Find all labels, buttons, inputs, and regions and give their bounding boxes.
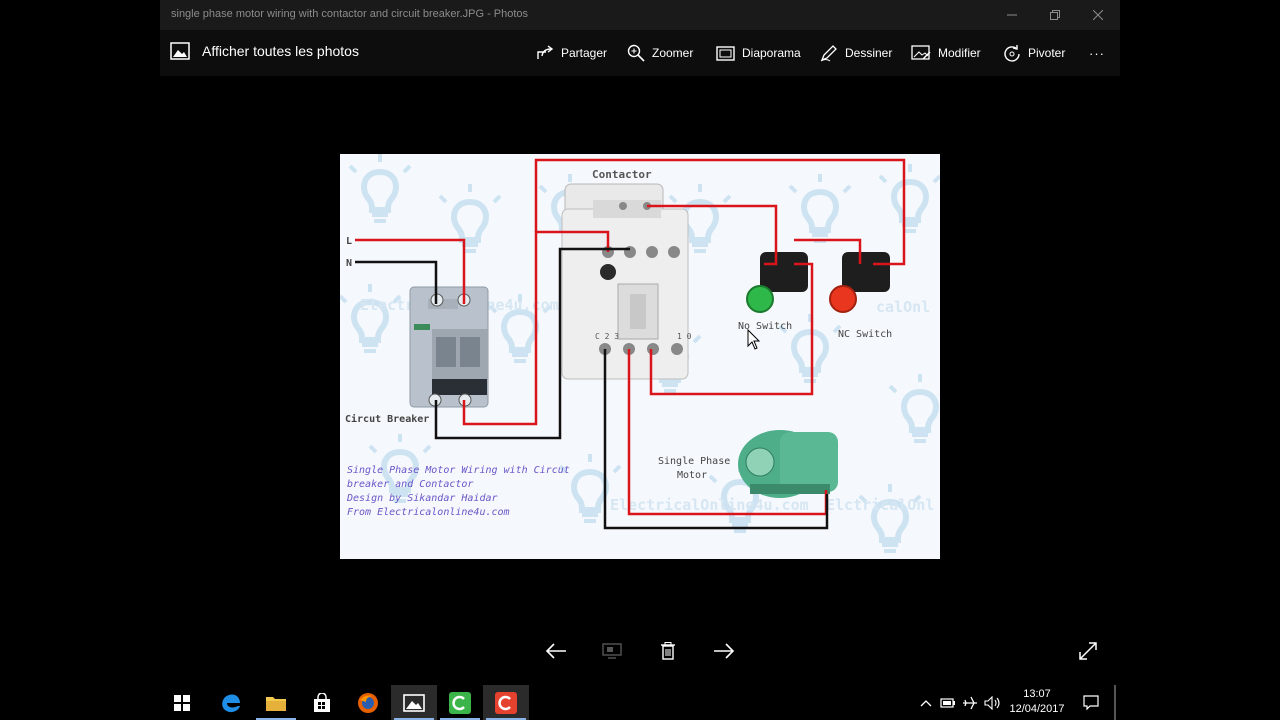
edit-photo-icon — [911, 45, 931, 60]
zoom-icon — [627, 44, 645, 62]
chevron-up-icon — [920, 699, 932, 706]
tray-airplane-mode[interactable] — [959, 685, 981, 720]
store-icon — [314, 692, 330, 712]
camtasia-green-icon — [449, 691, 471, 714]
caption-line-1: Single Phase Motor Wiring with Circut — [347, 465, 570, 476]
set-as-icon — [602, 643, 622, 659]
draw-label: Dessiner — [845, 46, 893, 60]
draw-button[interactable]: Dessiner — [820, 41, 892, 65]
more-label: ··· — [1089, 45, 1105, 61]
zoom-button[interactable]: Zoomer — [627, 41, 693, 65]
start-button[interactable] — [159, 685, 205, 720]
set-as-button — [598, 638, 626, 664]
left-letterbox — [0, 0, 160, 685]
arrow-left-icon — [545, 643, 566, 659]
circuit-breaker — [409, 286, 489, 408]
camtasia-red-icon — [495, 691, 517, 714]
share-button[interactable]: Partager — [536, 41, 607, 65]
wiring-diagram-image: Electricalonline4u.com ElectricalOnline4… — [340, 154, 940, 559]
edit-label: Modifier — [938, 46, 981, 60]
caption-line-2: breaker and Contactor — [347, 479, 473, 490]
full-screen-button[interactable] — [1074, 638, 1102, 664]
previous-button[interactable] — [542, 638, 570, 664]
zoom-label: Zoomer — [652, 46, 694, 60]
photo-gallery-icon — [170, 42, 190, 60]
contactor-label: Contactor — [592, 168, 652, 181]
more-options-button[interactable]: ··· — [1089, 41, 1105, 65]
circuit-breaker-label: Circut Breaker — [345, 413, 429, 425]
caption-line-3: Design by Sikandar Haidar — [346, 493, 498, 504]
trash-icon — [661, 642, 675, 660]
folder-icon — [266, 696, 286, 711]
notification-icon — [1083, 695, 1099, 710]
nc-switch-label: NC Switch — [838, 329, 892, 340]
share-icon — [537, 45, 554, 59]
expand-icon — [1079, 642, 1097, 660]
command-bar: Afficher toutes les photos Partager Zoom… — [160, 30, 1120, 76]
rotate-button[interactable]: Pivoter — [1003, 41, 1065, 65]
caption-line-4: From Electricalonline4u.com — [347, 507, 510, 518]
clock-date: 12/04/2017 — [1009, 703, 1065, 715]
battery-icon — [940, 697, 955, 708]
contactor-a-terminal-label: C 2 3 — [595, 332, 619, 341]
rotate-icon — [1004, 45, 1020, 62]
all-photos-button[interactable]: Afficher toutes les photos — [170, 42, 359, 60]
watermark-right: calOnl — [876, 298, 930, 316]
taskbar-camtasia[interactable] — [483, 685, 529, 720]
volume-icon — [984, 695, 1000, 710]
minimize-icon — [1007, 14, 1017, 16]
photos-app-window: single phase motor wiring with contactor… — [160, 0, 1120, 685]
slideshow-button[interactable]: Diaporama — [716, 41, 801, 65]
arrow-right-icon — [714, 643, 735, 659]
watermark-bottom: ElectricalOnline4u.com — [610, 496, 809, 514]
contactor: C 2 3 1 0 — [561, 183, 692, 380]
motor-label-line-2: Motor — [677, 470, 707, 481]
firefox-icon — [358, 692, 378, 713]
right-letterbox — [1120, 0, 1280, 685]
share-label: Partager — [561, 46, 608, 60]
contactor-b-terminal-label: 1 0 — [677, 332, 692, 341]
taskbar-file-explorer[interactable] — [253, 685, 299, 720]
motor — [738, 430, 838, 498]
clock[interactable]: 13:07 12/04/2017 — [1002, 687, 1072, 717]
watermark-bottom-right: ElctricalOnl — [826, 496, 934, 514]
delete-button[interactable] — [654, 638, 682, 664]
rotate-label: Pivoter — [1028, 46, 1066, 60]
live-label: L — [346, 236, 352, 247]
tray-battery[interactable] — [937, 685, 959, 720]
edit-button[interactable]: Modifier — [911, 41, 981, 65]
taskbar: 13:07 12/04/2017 — [0, 685, 1280, 720]
action-center-button[interactable] — [1068, 685, 1114, 720]
pen-icon — [820, 45, 837, 62]
photo-viewer[interactable]: Electricalonline4u.com ElectricalOnline4… — [340, 154, 940, 559]
airplane-icon — [963, 696, 977, 709]
minimize-button[interactable] — [989, 0, 1035, 30]
close-button[interactable] — [1075, 0, 1121, 30]
clock-time: 13:07 — [1023, 688, 1051, 700]
photos-icon — [403, 693, 425, 712]
motor-label-line-1: Single Phase — [658, 456, 730, 467]
neutral-label: N — [346, 258, 352, 269]
all-photos-label: Afficher toutes les photos — [202, 43, 359, 59]
edge-icon — [222, 693, 240, 712]
show-desktop-button[interactable] — [1114, 685, 1116, 720]
show-hidden-icons-button[interactable] — [914, 685, 938, 720]
slideshow-icon — [716, 45, 735, 61]
window-title: single phase motor wiring with contactor… — [171, 8, 529, 20]
slideshow-label: Diaporama — [742, 46, 801, 60]
restore-icon — [1050, 10, 1060, 20]
close-icon — [1093, 10, 1103, 20]
next-button[interactable] — [710, 638, 738, 664]
restore-button[interactable] — [1032, 0, 1078, 30]
title-bar: single phase motor wiring with contactor… — [160, 0, 1120, 30]
taskbar-camtasia-recorder[interactable] — [437, 685, 483, 720]
taskbar-store[interactable] — [299, 685, 345, 720]
windows-logo-icon — [174, 694, 190, 711]
taskbar-photos[interactable] — [391, 685, 437, 720]
taskbar-firefox[interactable] — [345, 685, 391, 720]
no-switch-label: No Switch — [738, 321, 792, 332]
taskbar-edge[interactable] — [208, 685, 254, 720]
